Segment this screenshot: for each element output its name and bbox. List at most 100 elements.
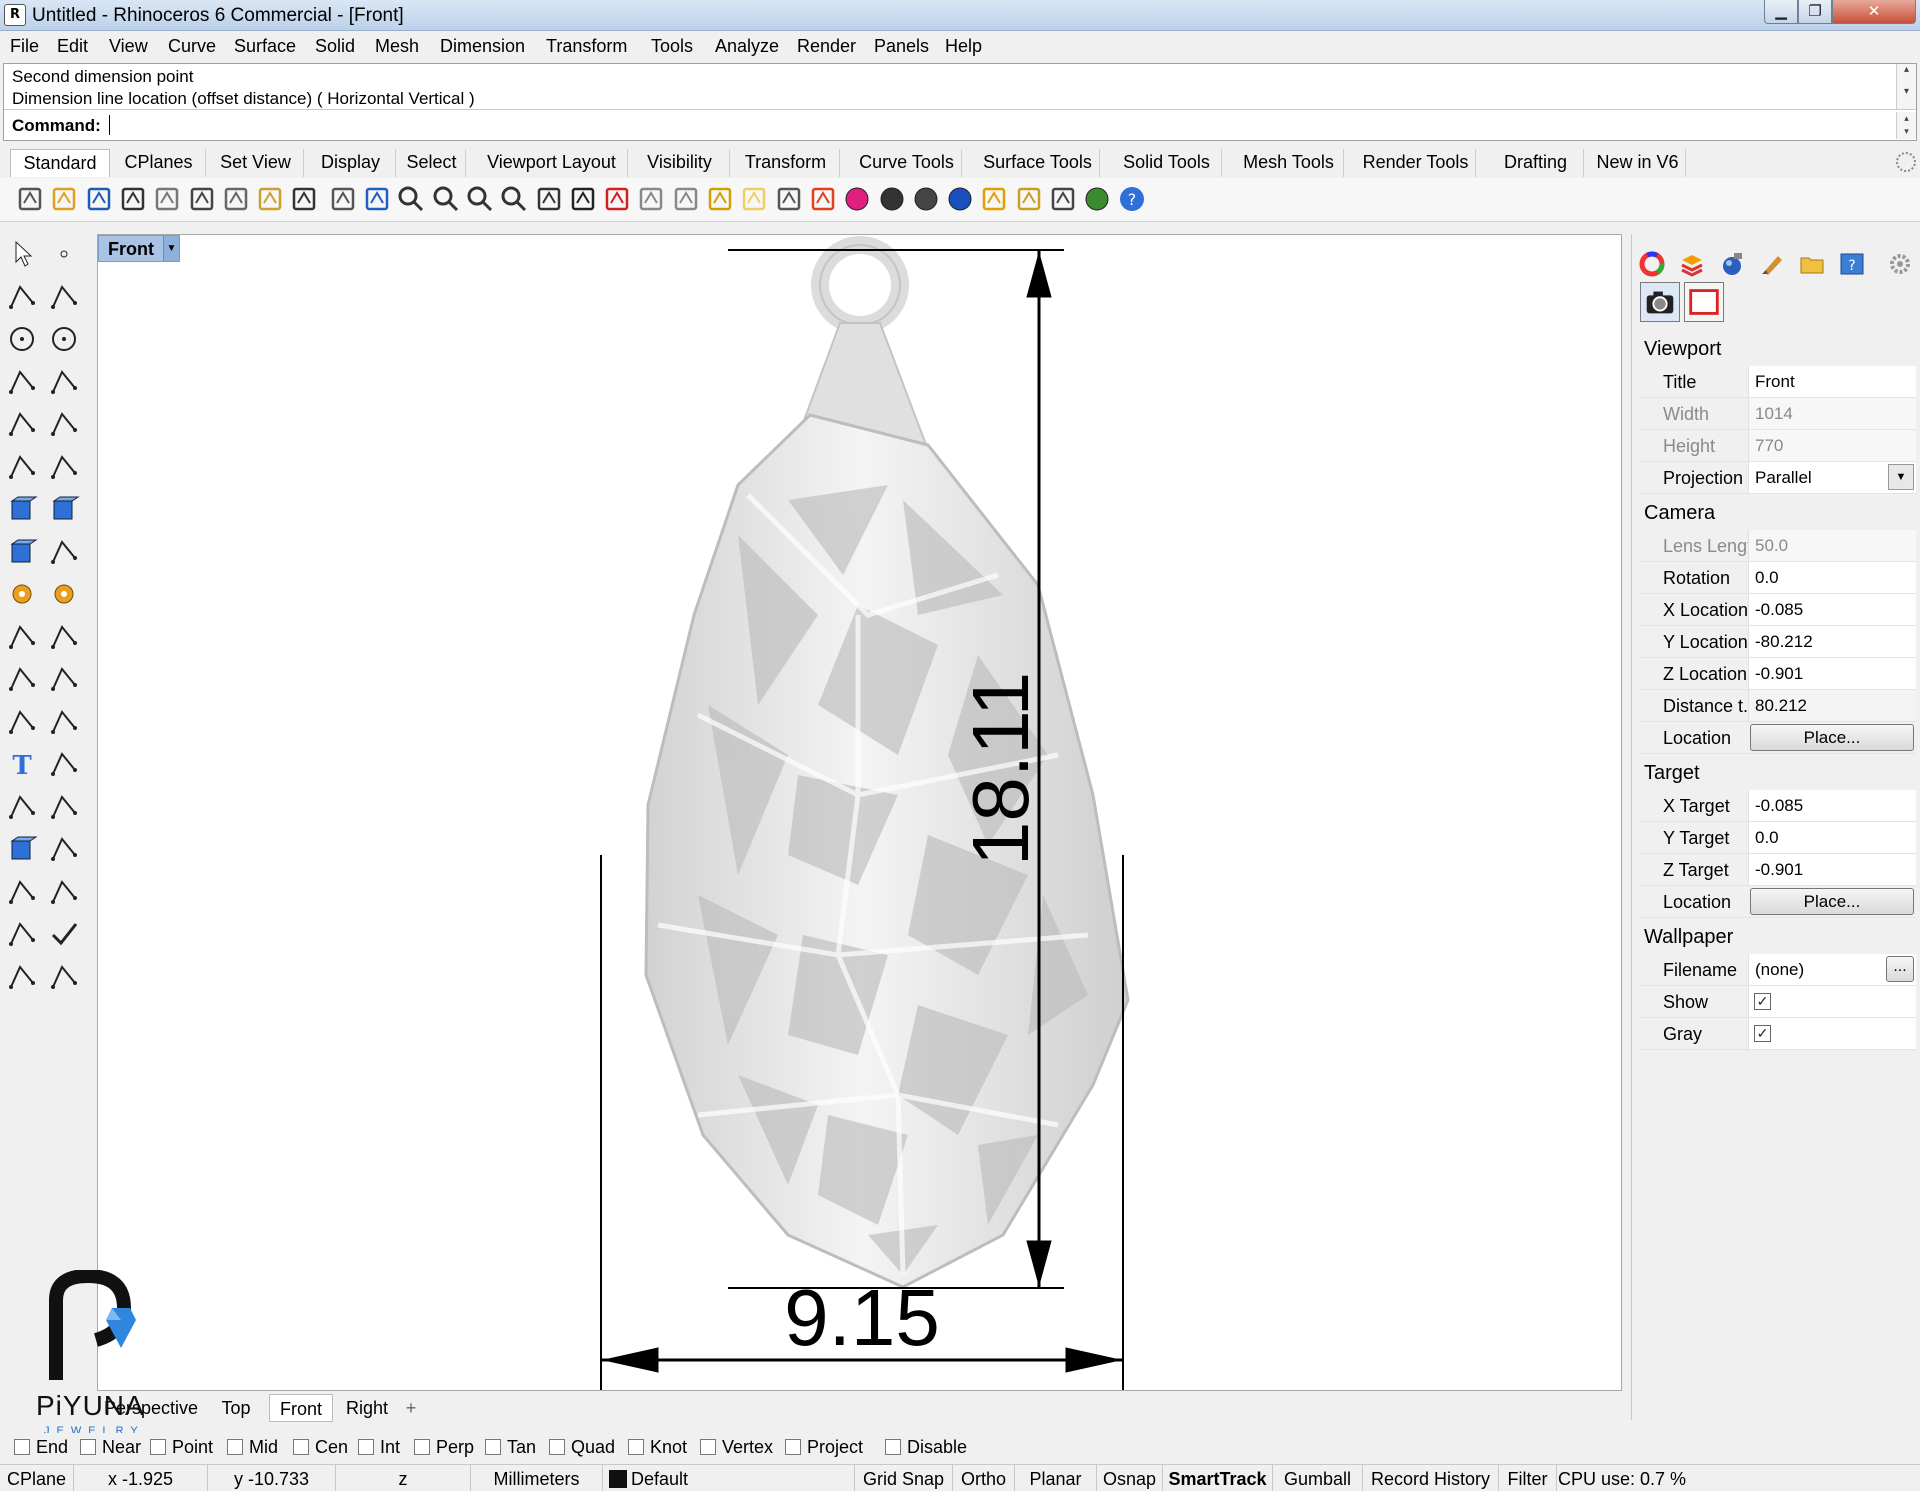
menu-view[interactable]: View <box>109 36 148 57</box>
trim-icon[interactable] <box>6 621 38 653</box>
tab-select[interactable]: Select <box>398 149 466 177</box>
osnap-checkbox[interactable] <box>628 1439 644 1455</box>
rotate-view-icon[interactable] <box>361 183 393 215</box>
x-target-field[interactable]: -0.085 <box>1748 790 1916 821</box>
tab-drafting[interactable]: Drafting <box>1488 149 1584 177</box>
scale-icon[interactable] <box>48 748 80 780</box>
osnap-checkbox[interactable] <box>549 1439 565 1455</box>
y-location-field[interactable]: -80.212 <box>1748 626 1916 657</box>
tab-curve-tools[interactable]: Curve Tools <box>852 149 962 177</box>
osnap-checkbox[interactable] <box>293 1439 309 1455</box>
viewport-canvas[interactable]: 18.11 9.15 <box>98 235 1622 1391</box>
tab-top[interactable]: Top <box>209 1394 263 1422</box>
menu-render[interactable]: Render <box>797 36 856 57</box>
split-icon[interactable] <box>48 621 80 653</box>
x-location-field[interactable]: -0.085 <box>1748 594 1916 625</box>
osnap-checkbox[interactable] <box>358 1439 374 1455</box>
surface-icon[interactable] <box>6 451 38 483</box>
osnap-point[interactable]: Point <box>150 1437 213 1458</box>
grid-array-icon[interactable] <box>6 876 38 908</box>
osnap-end[interactable]: End <box>14 1437 68 1458</box>
vertical-dimension-text[interactable]: 18.11 <box>956 672 1045 866</box>
paste-icon[interactable] <box>254 183 286 215</box>
sphere-icon[interactable] <box>48 493 80 525</box>
tab-front[interactable]: Front <box>269 1394 333 1422</box>
zoom-icon[interactable] <box>395 183 427 215</box>
menu-transform[interactable]: Transform <box>546 36 627 57</box>
polyline-icon[interactable] <box>6 281 38 313</box>
undo-view-icon[interactable] <box>533 183 565 215</box>
arrange-icon[interactable] <box>48 791 80 823</box>
rhino-app-icon[interactable]: R <box>4 4 26 26</box>
light-icon[interactable] <box>738 183 770 215</box>
tab-render-tools[interactable]: Render Tools <box>1356 149 1476 177</box>
globe-icon[interactable] <box>1081 183 1113 215</box>
render-material-icon[interactable] <box>1718 250 1746 278</box>
polygon-icon[interactable] <box>6 366 38 398</box>
osnap-vertex[interactable]: Vertex <box>700 1437 773 1458</box>
toolbar-settings-icon[interactable] <box>1896 152 1916 172</box>
rendered-sphere-icon[interactable] <box>910 183 942 215</box>
menu-mesh[interactable]: Mesh <box>375 36 419 57</box>
pendant-model[interactable] <box>644 236 1130 1289</box>
osnap-int[interactable]: Int <box>358 1437 400 1458</box>
menu-analyze[interactable]: Analyze <box>715 36 779 57</box>
tab-transform[interactable]: Transform <box>732 149 840 177</box>
command-input[interactable] <box>110 114 1880 136</box>
osnap-checkbox[interactable] <box>227 1439 243 1455</box>
fillet-icon[interactable] <box>6 706 38 738</box>
osnap-checkbox[interactable] <box>485 1439 501 1455</box>
help-icon[interactable]: ? <box>1116 183 1148 215</box>
pan-icon[interactable] <box>327 183 359 215</box>
cylinder-icon[interactable] <box>6 536 38 568</box>
cplane-icon[interactable] <box>670 183 702 215</box>
close-button[interactable]: ✕ <box>1832 0 1916 24</box>
object-snap-icon[interactable] <box>704 183 736 215</box>
osnap-checkbox[interactable] <box>414 1439 430 1455</box>
grid-snap-toggle[interactable]: Grid Snap <box>855 1465 953 1491</box>
tab-right[interactable]: Right <box>339 1394 395 1422</box>
panel-settings-icon[interactable] <box>1886 250 1914 278</box>
shaded-sphere-icon[interactable] <box>876 183 908 215</box>
osnap-quad[interactable]: Quad <box>549 1437 615 1458</box>
filter-icon[interactable] <box>978 183 1010 215</box>
rebuild-icon[interactable] <box>48 706 80 738</box>
horizontal-dimension-text[interactable]: 9.15 <box>784 1273 940 1362</box>
select-arrow-icon[interactable] <box>6 238 38 270</box>
car-icon[interactable] <box>601 183 633 215</box>
blue-sphere-icon[interactable] <box>944 183 976 215</box>
surface-edit-icon[interactable] <box>48 451 80 483</box>
osnap-tan[interactable]: Tan <box>485 1437 536 1458</box>
cage-icon[interactable] <box>6 918 38 950</box>
units-status[interactable]: Millimeters <box>471 1465 603 1491</box>
target-place-button[interactable]: Place... <box>1750 888 1914 915</box>
zoom-window-icon[interactable] <box>430 183 462 215</box>
zoom-extents-icon[interactable] <box>464 183 496 215</box>
tab-solid-tools[interactable]: Solid Tools <box>1112 149 1222 177</box>
tab-viewport-layout[interactable]: Viewport Layout <box>476 149 628 177</box>
array-icon[interactable] <box>6 791 38 823</box>
tab-surface-tools[interactable]: Surface Tools <box>976 149 1100 177</box>
osnap-checkbox[interactable] <box>14 1439 30 1455</box>
tab-new-in-v6[interactable]: New in V6 <box>1590 149 1686 177</box>
menu-surface[interactable]: Surface <box>234 36 296 57</box>
osnap-mid[interactable]: Mid <box>227 1437 278 1458</box>
menu-curve[interactable]: Curve <box>168 36 216 57</box>
layer-status[interactable]: Default <box>603 1465 855 1491</box>
menu-edit[interactable]: Edit <box>57 36 88 57</box>
add-viewport-button[interactable]: + <box>399 1394 423 1422</box>
gear-icon[interactable] <box>6 578 38 610</box>
render-icon[interactable] <box>48 961 80 993</box>
gear-icon[interactable] <box>1013 183 1045 215</box>
curve-cp-icon[interactable] <box>48 281 80 313</box>
chevron-down-icon[interactable]: ▼ <box>163 236 179 261</box>
osnap-checkbox[interactable] <box>700 1439 716 1455</box>
menu-solid[interactable]: Solid <box>315 36 355 57</box>
boolean-icon[interactable] <box>6 663 38 695</box>
osnap-checkbox[interactable] <box>150 1439 166 1455</box>
maximize-button[interactable]: ❐ <box>1798 0 1832 24</box>
zoom-selected-icon[interactable] <box>498 183 530 215</box>
fillet-curve-icon[interactable] <box>48 408 80 440</box>
tab-display[interactable]: Display <box>306 149 396 177</box>
history-scrollbar[interactable]: ▴ ▾ <box>1896 64 1916 109</box>
